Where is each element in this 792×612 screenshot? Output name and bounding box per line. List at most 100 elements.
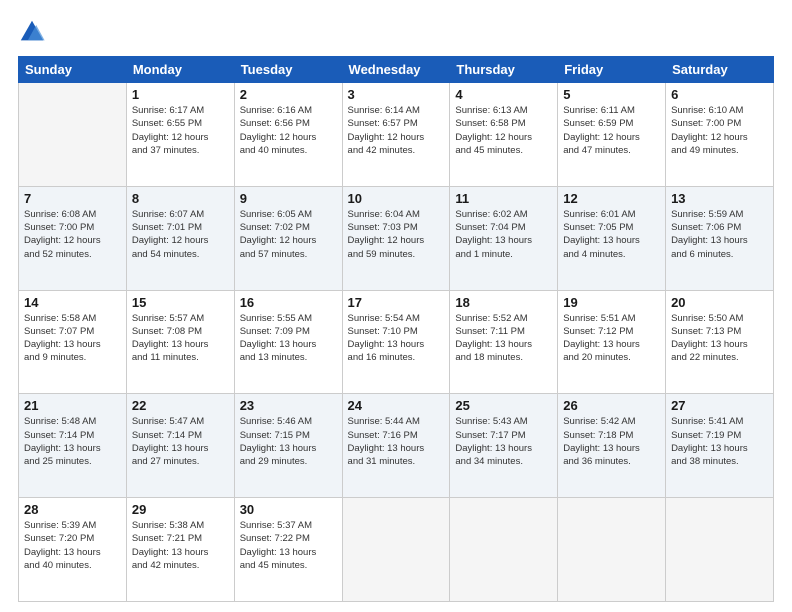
day-number: 13 [671,191,768,206]
calendar-day-cell [666,498,774,602]
day-number: 17 [348,295,445,310]
day-info: Sunrise: 6:10 AM Sunset: 7:00 PM Dayligh… [671,104,768,157]
day-info: Sunrise: 6:08 AM Sunset: 7:00 PM Dayligh… [24,208,121,261]
calendar-week-row: 21 Sunrise: 5:48 AM Sunset: 7:14 PM Dayli… [19,394,774,498]
calendar-week-row: 7 Sunrise: 6:08 AM Sunset: 7:00 PM Daylig… [19,186,774,290]
day-info: Sunrise: 6:07 AM Sunset: 7:01 PM Dayligh… [132,208,229,261]
day-info: Sunrise: 5:38 AM Sunset: 7:21 PM Dayligh… [132,519,229,572]
calendar-day-cell: 30 Sunrise: 5:37 AM Sunset: 7:22 PM Dayli… [234,498,342,602]
day-number: 25 [455,398,552,413]
calendar-day-cell: 20Sunrise: 5:50 AM Sunset: 7:13 PM Dayli… [666,290,774,394]
calendar-day-cell [450,498,558,602]
weekday-header-tuesday: Tuesday [234,57,342,83]
calendar-day-cell: 14 Sunrise: 5:58 AM Sunset: 7:07 PM Dayli… [19,290,127,394]
day-number: 29 [132,502,229,517]
calendar-day-cell: 10 Sunrise: 6:04 AM Sunset: 7:03 PM Dayli… [342,186,450,290]
day-info: Sunrise: 6:14 AM Sunset: 6:57 PM Dayligh… [348,104,445,157]
calendar-day-cell: 13 Sunrise: 5:59 AM Sunset: 7:06 PM Dayli… [666,186,774,290]
day-number: 27 [671,398,768,413]
calendar-day-cell: 15 Sunrise: 5:57 AM Sunset: 7:08 PM Dayli… [126,290,234,394]
day-number: 20 [671,295,768,310]
calendar-day-cell: 17 Sunrise: 5:54 AM Sunset: 7:10 PM Dayli… [342,290,450,394]
calendar-day-cell: 24 Sunrise: 5:44 AM Sunset: 7:16 PM Dayli… [342,394,450,498]
day-number: 15 [132,295,229,310]
calendar-day-cell: 21 Sunrise: 5:48 AM Sunset: 7:14 PM Dayli… [19,394,127,498]
calendar-day-cell: 4Sunrise: 6:13 AM Sunset: 6:58 PM Daylig… [450,83,558,187]
calendar-day-cell: 22Sunrise: 5:47 AM Sunset: 7:14 PM Dayli… [126,394,234,498]
day-info: Sunrise: 5:59 AM Sunset: 7:06 PM Dayligh… [671,208,768,261]
calendar-day-cell: 2 Sunrise: 6:16 AM Sunset: 6:56 PM Daylig… [234,83,342,187]
day-number: 19 [563,295,660,310]
calendar-week-row: 14 Sunrise: 5:58 AM Sunset: 7:07 PM Dayli… [19,290,774,394]
logo [18,18,50,46]
day-number: 7 [24,191,121,206]
day-info: Sunrise: 5:39 AM Sunset: 7:20 PM Dayligh… [24,519,121,572]
page: SundayMondayTuesdayWednesdayThursdayFrid… [0,0,792,612]
day-number: 5 [563,87,660,102]
day-info: Sunrise: 6:05 AM Sunset: 7:02 PM Dayligh… [240,208,337,261]
day-info: Sunrise: 5:44 AM Sunset: 7:16 PM Dayligh… [348,415,445,468]
calendar-day-cell: 23 Sunrise: 5:46 AM Sunset: 7:15 PM Dayli… [234,394,342,498]
calendar-day-cell: 6 Sunrise: 6:10 AM Sunset: 7:00 PM Daylig… [666,83,774,187]
day-number: 18 [455,295,552,310]
calendar-day-cell: 26 Sunrise: 5:42 AM Sunset: 7:18 PM Dayli… [558,394,666,498]
day-info: Sunrise: 5:58 AM Sunset: 7:07 PM Dayligh… [24,312,121,365]
day-number: 30 [240,502,337,517]
day-info: Sunrise: 5:41 AM Sunset: 7:19 PM Dayligh… [671,415,768,468]
day-number: 2 [240,87,337,102]
logo-icon [18,18,46,46]
day-info: Sunrise: 6:04 AM Sunset: 7:03 PM Dayligh… [348,208,445,261]
weekday-header-wednesday: Wednesday [342,57,450,83]
day-info: Sunrise: 5:43 AM Sunset: 7:17 PM Dayligh… [455,415,552,468]
weekday-header-friday: Friday [558,57,666,83]
day-number: 28 [24,502,121,517]
day-info: Sunrise: 5:52 AM Sunset: 7:11 PM Dayligh… [455,312,552,365]
day-number: 22 [132,398,229,413]
day-number: 26 [563,398,660,413]
calendar-day-cell: 7 Sunrise: 6:08 AM Sunset: 7:00 PM Daylig… [19,186,127,290]
day-number: 12 [563,191,660,206]
weekday-header-monday: Monday [126,57,234,83]
calendar-table: SundayMondayTuesdayWednesdayThursdayFrid… [18,56,774,602]
day-number: 6 [671,87,768,102]
calendar-week-row: 1Sunrise: 6:17 AM Sunset: 6:55 PM Daylig… [19,83,774,187]
calendar-day-cell: 19Sunrise: 5:51 AM Sunset: 7:12 PM Dayli… [558,290,666,394]
weekday-header-sunday: Sunday [19,57,127,83]
day-info: Sunrise: 5:54 AM Sunset: 7:10 PM Dayligh… [348,312,445,365]
day-number: 10 [348,191,445,206]
day-info: Sunrise: 5:37 AM Sunset: 7:22 PM Dayligh… [240,519,337,572]
calendar-day-cell: 8Sunrise: 6:07 AM Sunset: 7:01 PM Daylig… [126,186,234,290]
day-info: Sunrise: 6:02 AM Sunset: 7:04 PM Dayligh… [455,208,552,261]
calendar-day-cell [558,498,666,602]
day-info: Sunrise: 5:46 AM Sunset: 7:15 PM Dayligh… [240,415,337,468]
calendar-day-cell: 16Sunrise: 5:55 AM Sunset: 7:09 PM Dayli… [234,290,342,394]
day-info: Sunrise: 6:11 AM Sunset: 6:59 PM Dayligh… [563,104,660,157]
calendar-day-cell: 5 Sunrise: 6:11 AM Sunset: 6:59 PM Daylig… [558,83,666,187]
day-number: 21 [24,398,121,413]
day-info: Sunrise: 5:55 AM Sunset: 7:09 PM Dayligh… [240,312,337,365]
day-number: 24 [348,398,445,413]
weekday-header-row: SundayMondayTuesdayWednesdayThursdayFrid… [19,57,774,83]
day-info: Sunrise: 6:13 AM Sunset: 6:58 PM Dayligh… [455,104,552,157]
calendar-day-cell: 28 Sunrise: 5:39 AM Sunset: 7:20 PM Dayli… [19,498,127,602]
weekday-header-thursday: Thursday [450,57,558,83]
day-number: 9 [240,191,337,206]
calendar-day-cell: 27 Sunrise: 5:41 AM Sunset: 7:19 PM Dayli… [666,394,774,498]
calendar-day-cell: 25 Sunrise: 5:43 AM Sunset: 7:17 PM Dayli… [450,394,558,498]
day-info: Sunrise: 6:01 AM Sunset: 7:05 PM Dayligh… [563,208,660,261]
calendar-day-cell: 1Sunrise: 6:17 AM Sunset: 6:55 PM Daylig… [126,83,234,187]
calendar-day-cell: 11 Sunrise: 6:02 AM Sunset: 7:04 PM Dayli… [450,186,558,290]
day-info: Sunrise: 5:57 AM Sunset: 7:08 PM Dayligh… [132,312,229,365]
calendar-day-cell [342,498,450,602]
day-info: Sunrise: 6:17 AM Sunset: 6:55 PM Dayligh… [132,104,229,157]
day-number: 14 [24,295,121,310]
day-number: 23 [240,398,337,413]
day-number: 11 [455,191,552,206]
day-info: Sunrise: 5:42 AM Sunset: 7:18 PM Dayligh… [563,415,660,468]
day-info: Sunrise: 5:48 AM Sunset: 7:14 PM Dayligh… [24,415,121,468]
calendar-day-cell [19,83,127,187]
weekday-header-saturday: Saturday [666,57,774,83]
calendar-day-cell: 3 Sunrise: 6:14 AM Sunset: 6:57 PM Daylig… [342,83,450,187]
day-info: Sunrise: 6:16 AM Sunset: 6:56 PM Dayligh… [240,104,337,157]
day-number: 3 [348,87,445,102]
